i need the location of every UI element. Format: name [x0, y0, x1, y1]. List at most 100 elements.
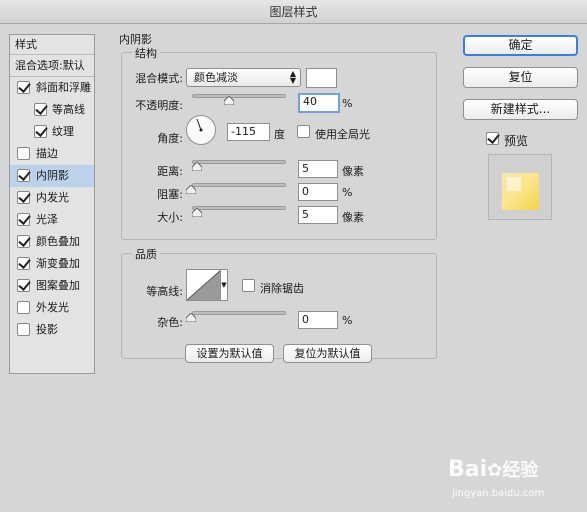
distance-unit: 像素 — [342, 165, 364, 178]
choke-input[interactable]: 0 — [298, 183, 338, 201]
distance-slider-thumb[interactable] — [192, 162, 202, 171]
style-item-label: 渐变叠加 — [36, 257, 80, 270]
blend-mode-value: 颜色减淡 — [194, 71, 238, 84]
global-light-label: 使用全局光 — [315, 128, 370, 141]
style-item-checkbox[interactable] — [17, 323, 30, 336]
structure-group: 结构 混合模式: 颜色减淡 ▲ ▼ 不透明度: 40 % 角度: -115 度 使… — [121, 45, 437, 240]
quality-group: 品质 等高线: ▼ 消除锯齿 杂色: 0 % — [121, 246, 437, 359]
style-item-checkbox[interactable] — [17, 81, 30, 94]
style-item[interactable]: 斜面和浮雕 — [10, 77, 94, 99]
style-item-label: 颜色叠加 — [36, 235, 80, 248]
style-item[interactable]: 内发光 — [10, 187, 94, 209]
style-item-label: 投影 — [36, 323, 58, 336]
structure-group-title: 结构 — [132, 45, 160, 61]
opacity-slider-thumb[interactable] — [224, 96, 234, 105]
style-item-label: 图案叠加 — [36, 279, 80, 292]
reset-button[interactable]: 复位 — [463, 67, 578, 88]
style-item[interactable]: 投影 — [10, 319, 94, 341]
watermark-url: jingyan.baidu.com — [452, 488, 545, 499]
noise-unit: % — [342, 314, 353, 327]
style-preview-thumbnail — [488, 154, 552, 220]
preview-checkbox[interactable] — [486, 132, 499, 145]
distance-slider-track[interactable] — [192, 160, 286, 164]
size-slider-track[interactable] — [192, 206, 286, 210]
choke-unit: % — [342, 186, 353, 199]
opacity-slider-track[interactable] — [192, 94, 286, 98]
style-item[interactable]: 颜色叠加 — [10, 231, 94, 253]
style-item-checkbox[interactable] — [17, 191, 30, 204]
baidu-watermark: Bai✿经验 jingyan.baidu.com — [448, 452, 583, 512]
style-item[interactable]: 描边 — [10, 143, 94, 165]
noise-label: 杂色: — [157, 316, 183, 329]
preview-swatch-icon — [502, 173, 539, 210]
angle-label: 角度: — [157, 132, 183, 145]
global-light-checkbox[interactable] — [297, 125, 310, 138]
make-default-button[interactable]: 设置为默认值 — [185, 344, 274, 363]
style-item-label: 光泽 — [36, 213, 58, 226]
contour-dropdown-icon[interactable]: ▼ — [220, 270, 227, 300]
size-label: 大小: — [157, 211, 183, 224]
style-item-checkbox[interactable] — [17, 147, 30, 160]
style-item-label: 内阴影 — [36, 169, 69, 182]
contour-label: 等高线: — [146, 285, 183, 298]
preview-label: 预览 — [504, 134, 529, 148]
style-item[interactable]: 渐变叠加 — [10, 253, 94, 275]
blend-color-swatch[interactable] — [306, 68, 337, 88]
noise-slider-track[interactable] — [192, 311, 286, 315]
style-item[interactable]: 图案叠加 — [10, 275, 94, 297]
watermark-brand: Bai — [448, 457, 488, 482]
style-item-label: 外发光 — [36, 301, 69, 314]
noise-input[interactable]: 0 — [298, 311, 338, 329]
blend-mode-label: 混合模式: — [135, 72, 183, 85]
style-item-label: 内发光 — [36, 191, 69, 204]
contour-picker[interactable]: ▼ — [186, 269, 228, 301]
style-item-label: 描边 — [36, 147, 58, 160]
antialias-label: 消除锯齿 — [260, 282, 304, 295]
select-arrows-icon: ▲ ▼ — [289, 69, 296, 85]
angle-needle-icon — [196, 118, 203, 132]
style-item-checkbox[interactable] — [34, 125, 47, 138]
ok-button[interactable]: 确定 — [463, 35, 578, 56]
size-unit: 像素 — [342, 211, 364, 224]
blending-options-item[interactable]: 混合选项:默认 — [10, 55, 94, 77]
choke-slider-track[interactable] — [192, 183, 286, 187]
antialias-checkbox[interactable] — [242, 279, 255, 292]
opacity-unit: % — [342, 97, 353, 110]
style-item-checkbox[interactable] — [17, 279, 30, 292]
style-item[interactable]: 纹理 — [10, 121, 94, 143]
distance-label: 距离: — [157, 165, 183, 178]
distance-input[interactable]: 5 — [298, 160, 338, 178]
style-item-label: 斜面和浮雕 — [36, 81, 91, 94]
style-item-checkbox[interactable] — [17, 213, 30, 226]
style-item[interactable]: 光泽 — [10, 209, 94, 231]
style-item-label: 等高线 — [52, 103, 85, 116]
angle-unit: 度 — [274, 128, 285, 141]
style-item-checkbox[interactable] — [17, 169, 30, 182]
style-item-checkbox[interactable] — [17, 235, 30, 248]
quality-group-title: 品质 — [132, 246, 160, 262]
opacity-label: 不透明度: — [135, 99, 183, 112]
style-item[interactable]: 内阴影 — [10, 165, 94, 187]
style-item-checkbox[interactable] — [17, 301, 30, 314]
style-item-checkbox[interactable] — [34, 103, 47, 116]
size-slider-thumb[interactable] — [192, 208, 202, 217]
layer-style-dialog: 样式 混合选项:默认 斜面和浮雕等高线纹理描边内阴影内发光光泽颜色叠加渐变叠加图… — [0, 24, 587, 512]
blend-mode-select[interactable]: 颜色减淡 ▲ ▼ — [186, 68, 301, 87]
titlebar: 图层样式 — [0, 0, 587, 24]
window-title: 图层样式 — [269, 5, 318, 19]
style-item-label: 纹理 — [52, 125, 74, 138]
size-input[interactable]: 5 — [298, 206, 338, 224]
noise-slider-thumb[interactable] — [186, 313, 196, 322]
styles-header[interactable]: 样式 — [10, 35, 94, 55]
reset-default-button[interactable]: 复位为默认值 — [283, 344, 372, 363]
choke-slider-thumb[interactable] — [186, 185, 196, 194]
style-item[interactable]: 外发光 — [10, 297, 94, 319]
contour-linear-icon — [187, 270, 221, 300]
style-item[interactable]: 等高线 — [10, 99, 94, 121]
opacity-input[interactable]: 40 — [298, 93, 340, 113]
styles-list: 样式 混合选项:默认 斜面和浮雕等高线纹理描边内阴影内发光光泽颜色叠加渐变叠加图… — [9, 34, 95, 374]
style-item-checkbox[interactable] — [17, 257, 30, 270]
new-style-button[interactable]: 新建样式... — [463, 99, 578, 120]
angle-input[interactable]: -115 — [227, 123, 270, 141]
angle-dial[interactable] — [186, 115, 216, 145]
